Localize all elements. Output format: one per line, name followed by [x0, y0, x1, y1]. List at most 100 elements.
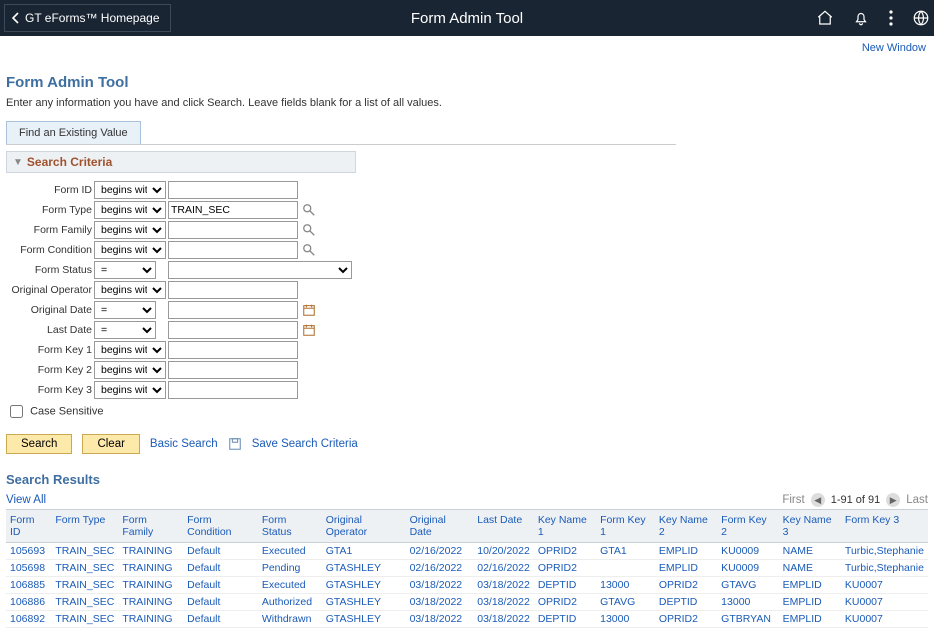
cell-link[interactable]: Default — [187, 545, 220, 557]
cell-link[interactable]: NAME — [783, 545, 813, 557]
cell-link[interactable]: DEPTID — [538, 613, 577, 625]
th-last-date[interactable]: Last Date — [477, 514, 522, 526]
cell-link[interactable]: TRAIN_SEC — [55, 562, 114, 574]
op-form-key-2[interactable]: begins with — [94, 361, 166, 379]
home-icon[interactable] — [816, 9, 834, 27]
globe-icon[interactable] — [912, 9, 930, 27]
cell-link[interactable]: TRAINING — [122, 562, 172, 574]
cell-link[interactable]: KU0007 — [845, 596, 883, 608]
th-key-name-1[interactable]: Key Name 1 — [538, 514, 587, 538]
cell-link[interactable]: 10/20/2022 — [477, 545, 530, 557]
back-button[interactable]: GT eForms™ Homepage — [4, 4, 171, 32]
op-form-status[interactable]: = — [94, 261, 156, 279]
th-form-id[interactable]: Form ID — [10, 514, 35, 538]
op-original-date[interactable]: = — [94, 301, 156, 319]
cell-link[interactable]: Pending — [262, 562, 301, 574]
calendar-icon[interactable] — [302, 323, 318, 337]
th-form-condition[interactable]: Form Condition — [187, 514, 231, 538]
cell-link[interactable]: DEPTID — [659, 596, 698, 608]
cell-link[interactable]: Default — [187, 579, 220, 591]
bell-icon[interactable] — [852, 9, 870, 27]
input-form-status[interactable] — [168, 261, 352, 279]
kebab-menu-icon[interactable] — [888, 9, 894, 27]
cell-link[interactable]: Default — [187, 613, 220, 625]
input-original-date[interactable] — [168, 301, 298, 319]
prev-icon[interactable]: ◀ — [811, 493, 825, 507]
case-sensitive-checkbox[interactable] — [10, 405, 23, 418]
first-link[interactable]: First — [782, 494, 804, 506]
op-form-family[interactable]: begins with — [94, 221, 166, 239]
cell-link[interactable]: KU0009 — [721, 545, 759, 557]
th-form-family[interactable]: Form Family — [122, 514, 153, 538]
cell-link[interactable]: Withdrawn — [262, 613, 312, 625]
cell-link[interactable]: GTA1 — [326, 545, 353, 557]
cell-link[interactable]: TRAINING — [122, 579, 172, 591]
cell-link[interactable]: GTASHLEY — [326, 579, 381, 591]
th-form-status[interactable]: Form Status — [262, 514, 292, 538]
th-original-operator[interactable]: Original Operator — [326, 514, 367, 538]
cell-link[interactable]: Executed — [262, 545, 306, 557]
cell-link[interactable]: GTA1 — [600, 545, 627, 557]
cell-link[interactable]: 02/16/2022 — [410, 545, 463, 557]
op-original-operator[interactable]: begins with — [94, 281, 166, 299]
th-original-date[interactable]: Original Date — [410, 514, 446, 538]
input-form-family[interactable] — [168, 221, 298, 239]
cell-link[interactable]: OPRID2 — [659, 613, 698, 625]
input-form-key-2[interactable] — [168, 361, 298, 379]
cell-link[interactable]: DEPTID — [538, 579, 577, 591]
th-form-type[interactable]: Form Type — [55, 514, 105, 526]
op-last-date[interactable]: = — [94, 321, 156, 339]
lookup-icon[interactable] — [302, 223, 318, 237]
cell-link[interactable]: 13000 — [600, 613, 629, 625]
cell-link[interactable]: 03/18/2022 — [477, 596, 530, 608]
search-button[interactable]: Search — [6, 434, 72, 454]
op-form-id[interactable]: begins with — [94, 181, 166, 199]
op-form-condition[interactable]: begins with — [94, 241, 166, 259]
input-original-operator[interactable] — [168, 281, 298, 299]
input-form-condition[interactable] — [168, 241, 298, 259]
cell-link[interactable]: 106885 — [10, 579, 45, 591]
cell-link[interactable]: Authorized — [262, 596, 312, 608]
cell-link[interactable]: EMPLID — [659, 562, 698, 574]
th-form-key-1[interactable]: Form Key 1 — [600, 514, 646, 538]
cell-link[interactable]: 106886 — [10, 596, 45, 608]
cell-link[interactable]: Executed — [262, 579, 306, 591]
cell-link[interactable]: TRAINING — [122, 596, 172, 608]
cell-link[interactable]: Default — [187, 562, 220, 574]
cell-link[interactable]: Turbic,Stephanie — [845, 562, 924, 574]
cell-link[interactable]: KU0007 — [845, 579, 883, 591]
th-form-key-2[interactable]: Form Key 2 — [721, 514, 767, 538]
cell-link[interactable]: OPRID2 — [538, 545, 577, 557]
op-form-type[interactable]: begins with — [94, 201, 166, 219]
cell-link[interactable]: TRAIN_SEC — [55, 613, 114, 625]
search-criteria-header[interactable]: ▼ Search Criteria — [6, 151, 356, 173]
cell-link[interactable]: Default — [187, 596, 220, 608]
lookup-icon[interactable] — [302, 203, 318, 217]
cell-link[interactable]: OPRID2 — [538, 596, 577, 608]
cell-link[interactable]: NAME — [783, 562, 813, 574]
cell-link[interactable]: OPRID2 — [538, 562, 577, 574]
th-key-name-3[interactable]: Key Name 3 — [783, 514, 832, 538]
cell-link[interactable]: 03/18/2022 — [477, 613, 530, 625]
cell-link[interactable]: 02/16/2022 — [410, 562, 463, 574]
cell-link[interactable]: 105693 — [10, 545, 45, 557]
new-window-link[interactable]: New Window — [862, 42, 926, 54]
cell-link[interactable]: 03/18/2022 — [410, 596, 463, 608]
cell-link[interactable]: GTASHLEY — [326, 562, 381, 574]
lookup-icon[interactable] — [302, 243, 318, 257]
th-key-name-2[interactable]: Key Name 2 — [659, 514, 708, 538]
cell-link[interactable]: EMPLID — [783, 579, 822, 591]
cell-link[interactable]: 02/16/2022 — [477, 562, 530, 574]
cell-link[interactable]: TRAIN_SEC — [55, 596, 114, 608]
cell-link[interactable]: 13000 — [600, 579, 629, 591]
clear-button[interactable]: Clear — [82, 434, 139, 454]
op-form-key-1[interactable]: begins with — [94, 341, 166, 359]
th-form-key-3[interactable]: Form Key 3 — [845, 514, 899, 526]
cell-link[interactable]: 03/18/2022 — [477, 579, 530, 591]
cell-link[interactable]: Turbic,Stephanie — [845, 545, 924, 557]
cell-link[interactable]: TRAINING — [122, 613, 172, 625]
cell-link[interactable]: KU0007 — [845, 613, 883, 625]
basic-search-link[interactable]: Basic Search — [150, 438, 218, 450]
cell-link[interactable]: 03/18/2022 — [410, 613, 463, 625]
cell-link[interactable]: KU0009 — [721, 562, 759, 574]
